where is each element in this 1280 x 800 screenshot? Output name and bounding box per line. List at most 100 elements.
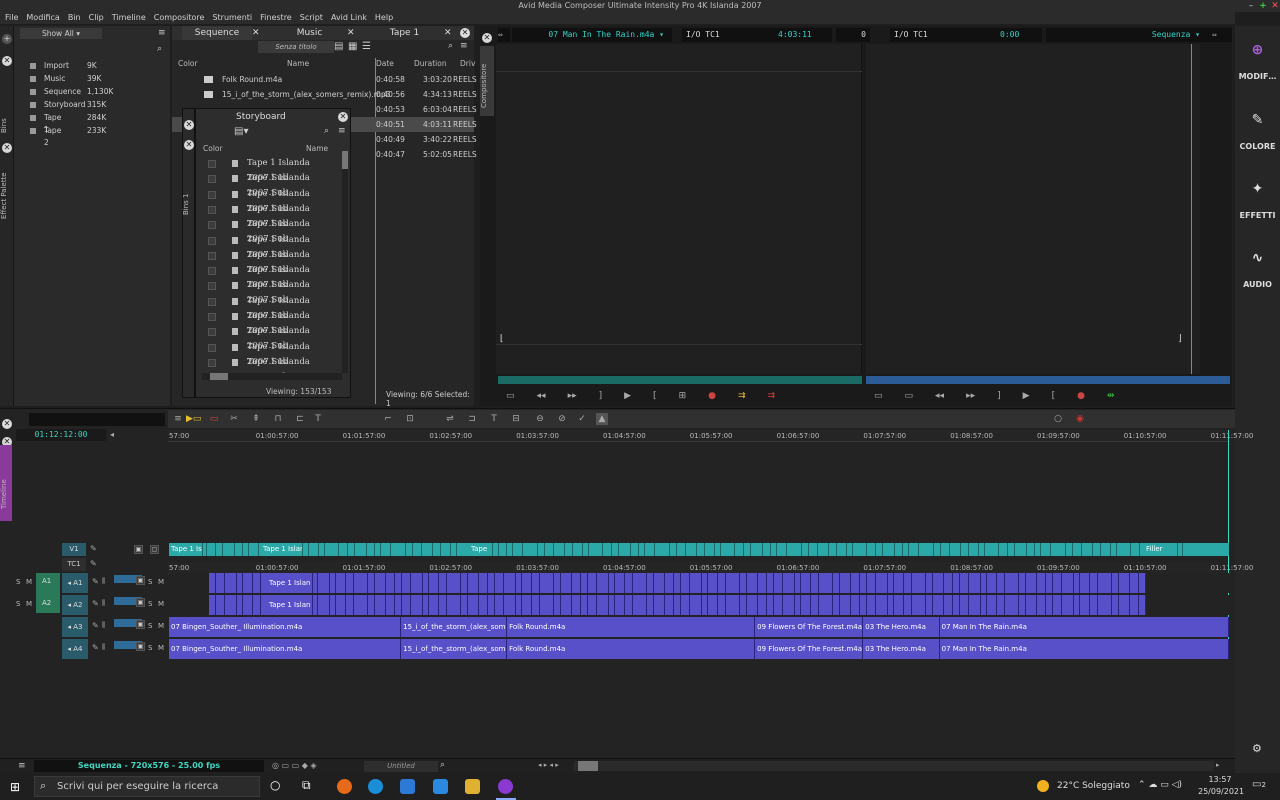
video-clip[interactable]: [216, 543, 223, 556]
video-clip-label[interactable]: Filler: [1144, 543, 1178, 556]
audio-clip[interactable]: [588, 573, 597, 593]
search-icon[interactable]: ⌕: [324, 126, 329, 136]
show-all-dropdown[interactable]: Show All ▾: [20, 28, 102, 39]
audio-clip[interactable]: [561, 573, 572, 593]
audio-clip[interactable]: [318, 573, 330, 593]
audio-clip[interactable]: [395, 573, 402, 593]
video-clip-label[interactable]: Tape 1 Islan: [261, 543, 303, 556]
clock-time[interactable]: 13:57: [1202, 775, 1238, 784]
bin-row[interactable]: Folk Round.m4a 0:40:58 3:03:20 REELS: [172, 72, 477, 87]
audio-clip[interactable]: [411, 573, 423, 593]
audio-clip[interactable]: [758, 595, 767, 615]
audio-clip[interactable]: [969, 573, 981, 593]
audio-clip[interactable]: [540, 573, 554, 593]
audio-clip[interactable]: [953, 573, 960, 593]
audio-clip[interactable]: [876, 595, 888, 615]
cut-icon[interactable]: ✂: [228, 413, 240, 425]
audio-clip[interactable]: [461, 573, 468, 593]
close-icon[interactable]: ✕: [184, 140, 194, 150]
source-counter[interactable]: 0: [836, 28, 870, 42]
menu-icon[interactable]: ≡: [172, 413, 184, 425]
record-dot-icon[interactable]: ●: [708, 391, 716, 401]
color-swatch[interactable]: [208, 297, 216, 306]
audio-clip[interactable]: [504, 573, 516, 593]
source-clip-menu[interactable]: 07 Man In The Rain.m4a ▾: [512, 28, 672, 42]
lock-icon[interactable]: ▢: [150, 545, 159, 554]
audio-clip[interactable]: [801, 595, 811, 615]
audio-clip[interactable]: [1046, 573, 1053, 593]
menu-timeline[interactable]: Timeline: [112, 12, 146, 24]
video-clip[interactable]: [433, 543, 441, 556]
video-clip[interactable]: [655, 543, 670, 556]
video-clip[interactable]: [961, 543, 969, 556]
track-a2-button[interactable]: ◂ A2: [62, 595, 88, 615]
mute-button[interactable]: M: [158, 622, 164, 630]
track-v1-button[interactable]: V1: [62, 543, 86, 556]
add-edit-icon[interactable]: ⊡: [404, 413, 416, 425]
audio-clip[interactable]: [386, 573, 395, 593]
video-clip[interactable]: [941, 543, 950, 556]
overwrite-icon[interactable]: ⇉: [768, 391, 776, 401]
link-icon[interactable]: ⊟: [510, 413, 522, 425]
lift-icon[interactable]: ⇞: [250, 413, 262, 425]
audio-clip[interactable]: [522, 595, 532, 615]
video-clip[interactable]: [355, 543, 367, 556]
audio-clip[interactable]: [468, 573, 479, 593]
trim-icon[interactable]: ⊏: [294, 413, 306, 425]
color-swatch[interactable]: [208, 343, 216, 352]
video-clip[interactable]: [631, 543, 639, 556]
video-clip[interactable]: [1015, 543, 1027, 556]
audio-clip[interactable]: [588, 595, 597, 615]
video-clip[interactable]: [751, 543, 763, 556]
close-icon[interactable]: ✕: [2, 419, 12, 429]
link-icon[interactable]: ⇔: [498, 28, 510, 42]
extract-icon[interactable]: ⊓: [272, 413, 284, 425]
audio-clip[interactable]: [1130, 573, 1139, 593]
audio-clip[interactable]: [708, 573, 718, 593]
audio-clip[interactable]: [926, 573, 933, 593]
video-clip[interactable]: [413, 543, 422, 556]
list-item[interactable]: Tape 1 Islanda 2007.Sub: [196, 156, 342, 183]
list-item[interactable]: Tape 1 Islanda 2007.Sub: [196, 263, 342, 290]
workspace-edit[interactable]: ⊕ MODIF…: [1235, 42, 1280, 81]
audio-clip[interactable]: [860, 595, 867, 615]
waveform-icon[interactable]: ⫼: [102, 621, 105, 630]
video-clip[interactable]: [919, 543, 934, 556]
audio-clip[interactable]: [774, 573, 783, 593]
video-clip[interactable]: [744, 543, 751, 556]
search-icon[interactable]: ⌕: [440, 760, 445, 770]
video-clip[interactable]: [422, 543, 433, 556]
audio-clip[interactable]: [1053, 595, 1062, 615]
audio-clip[interactable]: [960, 573, 969, 593]
color-swatch[interactable]: [208, 175, 216, 184]
close-icon[interactable]: ✕: [444, 28, 452, 38]
audio-clip[interactable]: [504, 595, 516, 615]
video-clip[interactable]: [603, 543, 612, 556]
video-clip[interactable]: [381, 543, 391, 556]
workspace-effects[interactable]: ✦ EFFETTI: [1235, 181, 1280, 220]
timeline-ruler-top[interactable]: 57:00 01:00:57:00 01:01:57:00 01:02:57:00 01…: [168, 430, 1253, 442]
menu-modifica[interactable]: Modifica: [26, 12, 59, 24]
menu-icon[interactable]: ≡: [18, 761, 26, 771]
video-clip[interactable]: [837, 543, 847, 556]
pencil-icon[interactable]: ✎: [92, 577, 99, 586]
menu-icon[interactable]: ≡: [460, 41, 468, 51]
audio-clip[interactable]: [718, 595, 726, 615]
color-swatch[interactable]: [208, 251, 216, 260]
waveform-icon[interactable]: ⫼: [102, 577, 105, 586]
audio-clip[interactable]: [625, 573, 633, 593]
video-clip[interactable]: [309, 543, 319, 556]
audio-clip[interactable]: [1019, 573, 1026, 593]
video-clip[interactable]: [538, 543, 545, 556]
scroll-left-icon[interactable]: ◂: [110, 430, 114, 439]
video-clip[interactable]: [763, 543, 771, 556]
video-clip[interactable]: [876, 543, 883, 556]
windows-start-icon[interactable]: ⊞: [10, 780, 20, 794]
tray-icons[interactable]: ⌃ ☁ ▭ ◁): [1138, 780, 1182, 790]
audio-clip[interactable]: [479, 573, 488, 593]
mute-button[interactable]: M: [26, 600, 32, 608]
audio-clip[interactable]: [894, 573, 904, 593]
video-clip[interactable]: [554, 543, 565, 556]
audio-clip[interactable]: [439, 573, 447, 593]
audio-clip[interactable]: [375, 573, 386, 593]
